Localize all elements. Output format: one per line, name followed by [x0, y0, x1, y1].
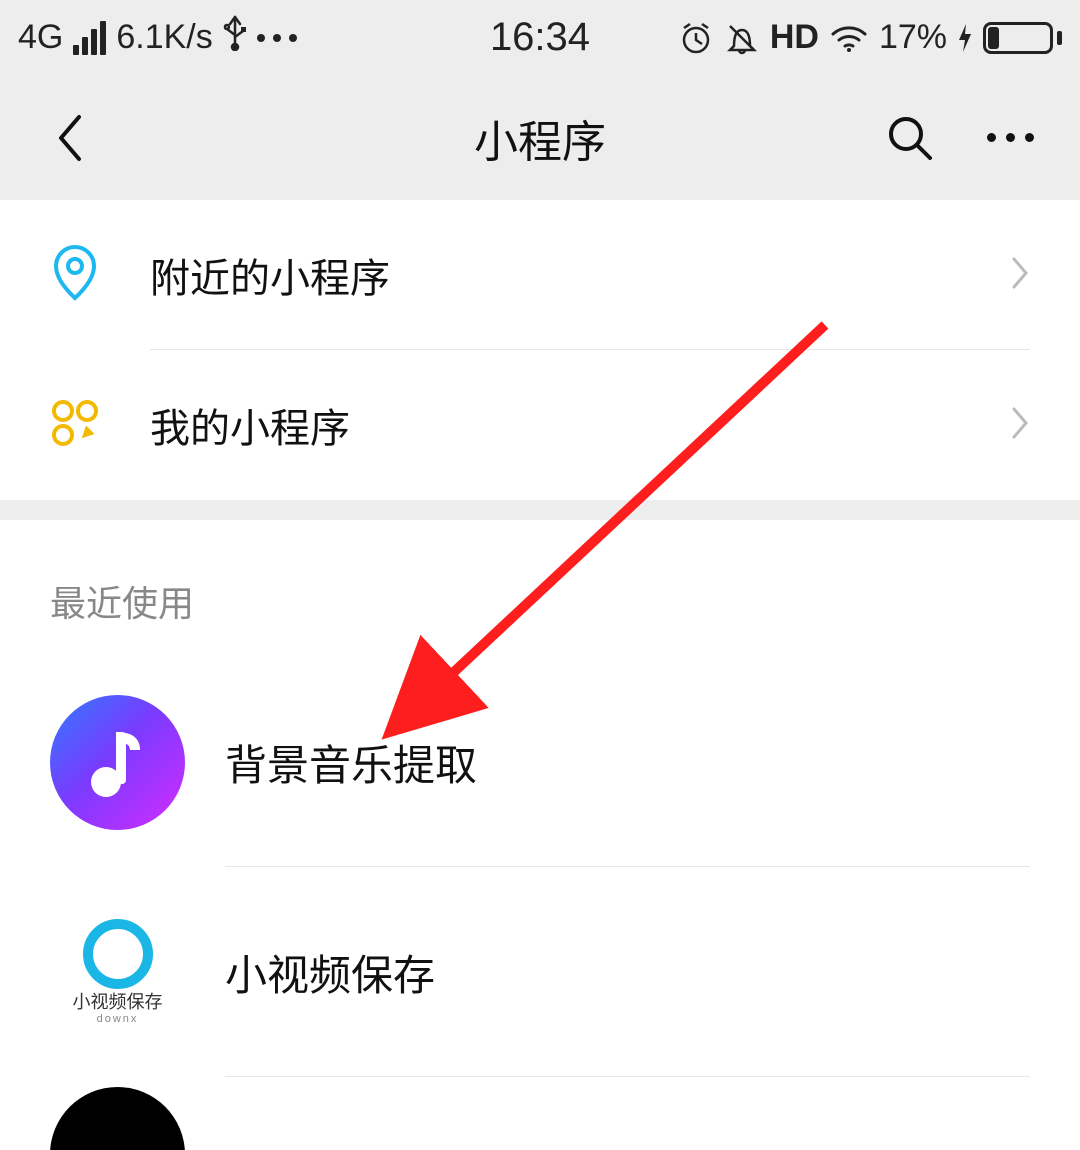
- grid-add-icon: [50, 398, 100, 453]
- chevron-right-icon: [1010, 255, 1030, 296]
- search-button[interactable]: [880, 108, 940, 168]
- menu-mine-label: 我的小程序: [150, 396, 1010, 454]
- music-note-icon: [50, 695, 185, 830]
- recent-item-0-label: 背景音乐提取: [225, 732, 477, 793]
- menu-mine[interactable]: 我的小程序: [0, 350, 1080, 500]
- app-icon-placeholder: [50, 1087, 185, 1150]
- charging-icon: [957, 22, 973, 54]
- mute-icon: [724, 20, 760, 56]
- recent-item-0[interactable]: 背景音乐提取: [0, 657, 1080, 867]
- recent-item-1-label: 小视频保存: [225, 942, 435, 1003]
- hd-indicator: HD: [770, 18, 819, 57]
- recent-item-1[interactable]: 小视频保存 downx 小视频保存: [0, 867, 1080, 1077]
- signal-icon: [73, 21, 106, 55]
- nav-bar: 小程序: [0, 75, 1080, 200]
- more-button[interactable]: [980, 108, 1040, 168]
- video-save-icon: 小视频保存 downx: [50, 905, 185, 1040]
- menu-nearby-label: 附近的小程序: [150, 246, 1010, 304]
- menu-nearby[interactable]: 附近的小程序: [0, 200, 1080, 350]
- chevron-right-icon: [1010, 405, 1030, 446]
- battery-percent: 17%: [879, 18, 947, 57]
- network-type: 4G: [18, 18, 63, 57]
- battery-icon: [983, 22, 1062, 54]
- status-bar: 4G 6.1K/s 16:34 HD 17%: [0, 0, 1080, 75]
- network-speed: 6.1K/s: [116, 18, 212, 57]
- alarm-icon: [678, 20, 714, 56]
- usb-icon: [223, 15, 247, 60]
- more-status-icon: [257, 34, 297, 42]
- back-button[interactable]: [40, 108, 100, 168]
- recent-item-2[interactable]: [0, 1077, 1080, 1150]
- wifi-icon: [829, 22, 869, 54]
- location-pin-icon: [50, 244, 100, 307]
- recent-header: 最近使用: [0, 520, 1080, 657]
